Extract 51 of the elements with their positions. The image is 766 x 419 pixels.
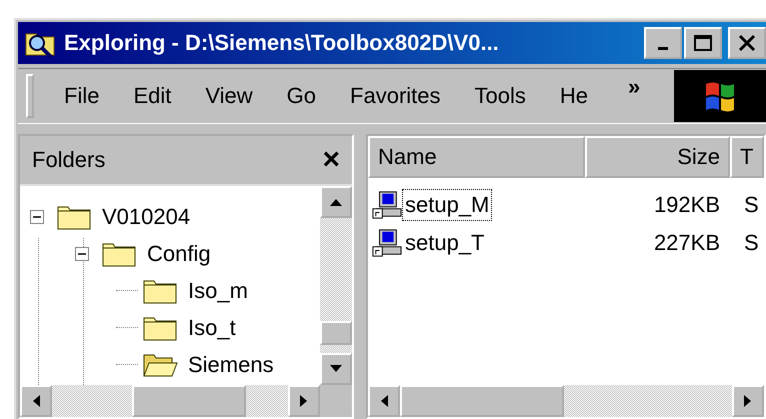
- menu-overflow-button[interactable]: »: [628, 74, 640, 100]
- folder-label[interactable]: V010204: [102, 204, 190, 230]
- scroll-up-button[interactable]: [320, 186, 352, 218]
- scroll-left-button[interactable]: [20, 385, 52, 417]
- maximize-icon: [693, 33, 713, 53]
- table-cell-text: S: [743, 230, 760, 256]
- up-arrow-icon: [330, 198, 342, 206]
- close-button[interactable]: [728, 27, 766, 59]
- column-header[interactable]: Name: [368, 136, 585, 178]
- menu-item[interactable]: View: [205, 83, 253, 109]
- maximize-button[interactable]: [684, 27, 722, 59]
- folder-label[interactable]: Config: [147, 240, 211, 266]
- minimize-icon: [658, 46, 668, 50]
- scroll-left-button[interactable]: [368, 385, 400, 417]
- menu-item[interactable]: File: [64, 83, 100, 109]
- minimize-button[interactable]: [644, 27, 682, 59]
- menu-item[interactable]: Tools: [474, 83, 526, 109]
- folders-title: Folders: [32, 147, 106, 173]
- file-size: 227KB: [652, 230, 721, 256]
- menu-item[interactable]: Go: [286, 83, 316, 109]
- menu-item[interactable]: Favorites: [350, 83, 441, 109]
- right-arrow-icon: [300, 395, 308, 407]
- folder-label[interactable]: Siemens: [188, 352, 274, 378]
- computer-shortcut-icon: [372, 190, 402, 220]
- toolbar-grip[interactable]: [26, 74, 34, 118]
- right-arrow-icon: [744, 395, 752, 407]
- file-name[interactable]: setup_T: [402, 227, 488, 259]
- folder-label[interactable]: Iso_m: [188, 278, 248, 304]
- window-title: Exploring - D:\Siemens\Toolbox802D\V0...: [64, 30, 500, 56]
- file-name[interactable]: setup_M: [402, 189, 492, 221]
- collapse-toggle[interactable]: [75, 246, 89, 260]
- close-pane-button[interactable]: ×: [322, 143, 340, 177]
- close-icon: [737, 33, 757, 53]
- scroll-right-button[interactable]: [288, 385, 320, 417]
- left-arrow-icon: [380, 395, 388, 407]
- collapse-toggle[interactable]: [30, 210, 44, 224]
- computer-shortcut-icon: [372, 228, 402, 258]
- file-size: 192KB: [652, 192, 721, 218]
- menu-item[interactable]: He: [560, 83, 588, 109]
- column-header[interactable]: T: [730, 136, 764, 178]
- scroll-thumb[interactable]: [400, 385, 564, 417]
- scroll-down-button[interactable]: [320, 353, 352, 385]
- menu-item[interactable]: Edit: [133, 83, 172, 109]
- column-header[interactable]: Size: [585, 136, 730, 178]
- scroll-thumb[interactable]: [132, 385, 246, 417]
- down-arrow-icon: [330, 365, 342, 373]
- table-cell-text: S: [743, 192, 760, 218]
- left-arrow-icon: [32, 395, 40, 407]
- folder-label[interactable]: Iso_t: [188, 314, 236, 340]
- scroll-thumb[interactable]: [320, 321, 352, 345]
- scroll-right-button[interactable]: [732, 385, 764, 417]
